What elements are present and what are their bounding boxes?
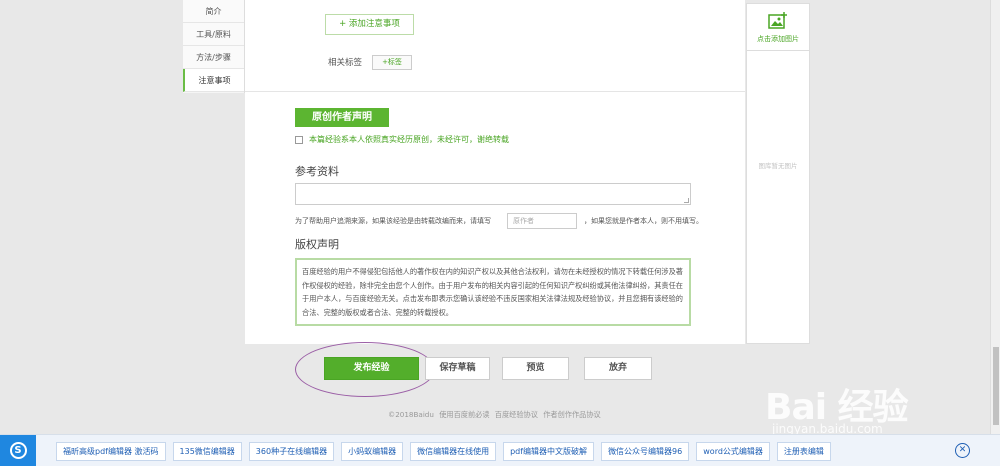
copyright-statement: 百度经验的用户不得侵犯包括他人的著作权在内的知识产权以及其他合法权利，请勿在未经…	[295, 258, 691, 326]
copyright-title: 版权声明	[295, 238, 339, 251]
scrollbar-thumb[interactable]	[993, 347, 999, 425]
empty-library-text: 图库暂无图片	[758, 162, 798, 170]
nav-item-intro[interactable]: 简介	[183, 0, 244, 23]
ad-links: 福昕高级pdf编辑器 激活码 135微信编辑器 360种子在线编辑器 小蚂蚁编辑…	[56, 442, 831, 461]
original-declaration-row: 本篇经验系本人依照真实经历原创，未经许可，谢绝转载	[295, 134, 509, 145]
add-note-button[interactable]: + 添加注意事项	[325, 14, 414, 35]
section-divider	[245, 91, 745, 92]
nav-item-notes[interactable]: 注意事项	[183, 69, 244, 92]
ad-link[interactable]: 135微信编辑器	[172, 442, 242, 461]
source-tracking-prefix: 为了帮助用户追溯来源，如果该经验是由转载改编而来，请填写	[295, 217, 491, 225]
discard-button[interactable]: 放弃	[584, 357, 652, 380]
preview-button[interactable]: 预览	[502, 357, 569, 380]
add-image-icon	[768, 12, 787, 29]
highlight-annotation	[295, 342, 435, 397]
ad-link[interactable]: pdf编辑器中文版破解	[503, 442, 595, 461]
original-declaration-text: 本篇经验系本人依照真实经历原创，未经许可，谢绝转载	[309, 135, 509, 144]
ad-link[interactable]: 360种子在线编辑器	[248, 442, 335, 461]
step-navigation: 简介 工具/原料 方法/步骤 注意事项	[183, 0, 245, 93]
footer-links[interactable]: ©2018Baidu 使用百度前必读 百度经验协议 作者创作作品协议	[388, 410, 601, 420]
logo-glyph: S	[9, 442, 27, 459]
author-declaration-badge: 原创作者声明	[295, 108, 389, 127]
nav-item-steps[interactable]: 方法/步骤	[183, 46, 244, 69]
resize-handle-icon[interactable]	[684, 198, 689, 203]
page-scrollbar[interactable]	[990, 0, 1000, 434]
reference-textarea[interactable]	[295, 183, 691, 205]
add-tag-button[interactable]: +标签	[372, 55, 412, 70]
source-tracking-suffix: ，如果您就是作者本人，则不用填写。	[584, 217, 703, 225]
tags-label: 相关标签	[328, 58, 363, 68]
ad-link[interactable]: 微信编辑器在线使用	[410, 442, 497, 461]
ad-link[interactable]: 微信公众号编辑器96	[601, 442, 690, 461]
source-tracking-row: 为了帮助用户追溯来源，如果该经验是由转载改编而来，请填写 原作者 ，如果您就是作…	[295, 213, 703, 229]
bottom-ad-bar: S 福昕高级pdf编辑器 激活码 135微信编辑器 360种子在线编辑器 小蚂蚁…	[0, 434, 1000, 466]
nav-item-tools[interactable]: 工具/原料	[183, 23, 244, 46]
editor-panel: + 添加注意事项 相关标签 +标签 原创作者声明 本篇经验系本人依照真实经历原创…	[245, 0, 745, 344]
image-library-sidebar: 点击添加图片 图库暂无图片	[746, 3, 810, 344]
original-checkbox[interactable]	[295, 135, 303, 144]
add-image-label: 点击添加图片	[757, 35, 799, 43]
add-image-button[interactable]: 点击添加图片	[747, 4, 809, 51]
ad-link[interactable]: 小蚂蚁编辑器	[341, 442, 404, 461]
ad-link[interactable]: 注册表编辑	[776, 442, 831, 461]
ad-link[interactable]: word公式编辑器	[696, 442, 770, 461]
reference-title: 参考资料	[295, 165, 339, 178]
original-author-input[interactable]: 原作者	[507, 213, 577, 229]
close-icon[interactable]: ✕	[955, 443, 970, 458]
ad-link[interactable]: 福昕高级pdf编辑器 激活码	[56, 442, 166, 461]
save-draft-button[interactable]: 保存草稿	[425, 357, 490, 380]
search-logo-icon[interactable]: S	[0, 435, 36, 466]
